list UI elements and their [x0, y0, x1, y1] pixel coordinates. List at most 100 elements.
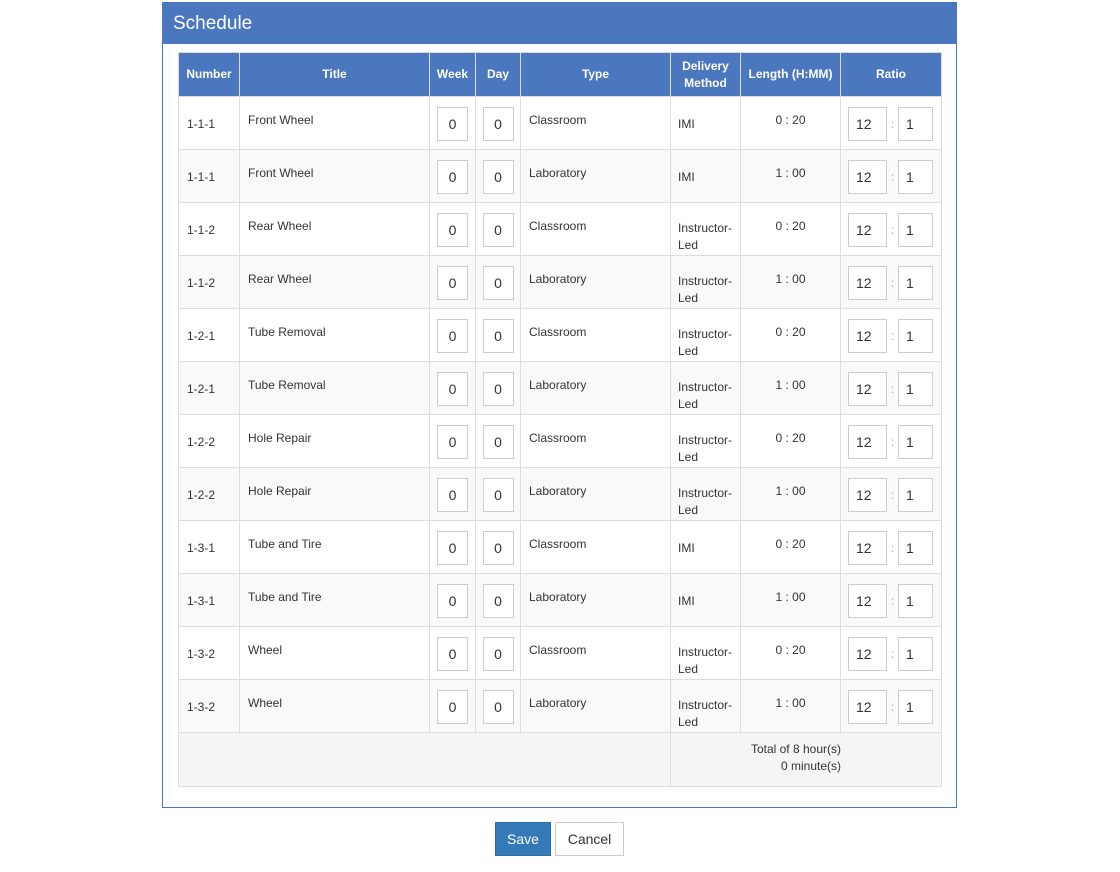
ratio-right-input[interactable]	[898, 319, 933, 353]
ratio-left-input[interactable]	[848, 213, 887, 247]
cancel-button[interactable]: Cancel	[555, 822, 624, 856]
ratio-left-input[interactable]	[848, 372, 887, 406]
row-title: Tube and Tire	[248, 537, 322, 551]
week-input[interactable]	[437, 637, 468, 671]
ratio-left-input[interactable]	[848, 478, 887, 512]
week-input[interactable]	[437, 107, 468, 141]
week-input[interactable]	[437, 213, 468, 247]
day-cell	[475, 202, 521, 256]
day-input[interactable]	[482, 372, 514, 406]
day-cell	[475, 308, 521, 362]
row-type: Classroom	[529, 219, 587, 233]
type-cell: Laboratory	[520, 573, 671, 627]
day-cell	[475, 626, 521, 680]
day-input[interactable]	[482, 584, 514, 618]
ratio-right-input[interactable]	[898, 531, 933, 565]
row-type: Laboratory	[529, 378, 587, 392]
length-cell: 0 : 20	[740, 520, 841, 574]
ratio-left-input[interactable]	[848, 425, 887, 459]
ratio-right-input[interactable]	[898, 637, 933, 671]
week-input[interactable]	[437, 531, 468, 565]
delivery-method-line2: Led	[678, 344, 699, 358]
delivery-method-cell: Instructor- Led	[670, 202, 741, 256]
ratio-cell: :	[840, 679, 942, 733]
ratio-separator: :	[890, 647, 895, 661]
week-cell	[429, 679, 476, 733]
row-type: Classroom	[529, 325, 587, 339]
row-delivery-method: IMI	[671, 97, 740, 130]
ratio-left-input[interactable]	[848, 690, 887, 724]
row-title: Wheel	[248, 696, 283, 710]
week-input[interactable]	[437, 266, 468, 300]
row-number: 1-3-2	[187, 647, 216, 661]
ratio-left-input[interactable]	[848, 319, 887, 353]
ratio-right-input[interactable]	[898, 584, 933, 618]
delivery-method-cell: Instructor- Led	[670, 467, 741, 521]
number-cell: 1-1-2	[178, 255, 240, 309]
week-input[interactable]	[437, 319, 468, 353]
week-input[interactable]	[437, 584, 468, 618]
ratio-left-input[interactable]	[848, 637, 887, 671]
delivery-method-line2: Led	[678, 715, 699, 729]
ratio-cell: :	[840, 414, 942, 468]
row-number: 1-2-1	[187, 382, 216, 396]
save-button[interactable]: Save	[495, 822, 551, 856]
week-input[interactable]	[437, 425, 468, 459]
week-input[interactable]	[437, 478, 468, 512]
day-input[interactable]	[482, 690, 514, 724]
week-input[interactable]	[437, 372, 468, 406]
ratio-right-input[interactable]	[898, 372, 933, 406]
row-title: Rear Wheel	[248, 272, 312, 286]
length-cell: 0 : 20	[740, 414, 841, 468]
ratio-right-input[interactable]	[898, 266, 933, 300]
week-input[interactable]	[437, 160, 468, 194]
column-header-length: Length (H:MM)	[740, 52, 841, 97]
row-delivery-method: Instructor- Led	[671, 415, 740, 466]
ratio-right-input[interactable]	[898, 478, 933, 512]
delivery-method-line2: Led	[678, 503, 699, 517]
ratio-separator: :	[890, 117, 895, 131]
ratio-left-input[interactable]	[848, 160, 887, 194]
delivery-method-line1: IMI	[678, 170, 695, 184]
number-cell: 1-1-1	[178, 96, 240, 150]
day-input[interactable]	[482, 213, 514, 247]
day-input[interactable]	[482, 425, 514, 459]
ratio-left-input[interactable]	[848, 107, 887, 141]
day-input[interactable]	[482, 319, 514, 353]
table-row: 1-1-1 Front Wheel Laboratory IMI 1 : 00:	[178, 149, 942, 203]
ratio-right-input[interactable]	[898, 160, 933, 194]
delivery-method-line1: Instructor-	[678, 433, 733, 447]
ratio-right-input[interactable]	[898, 213, 933, 247]
day-input[interactable]	[482, 478, 514, 512]
ratio-left-input[interactable]	[848, 266, 887, 300]
ratio-left-input[interactable]	[848, 584, 887, 618]
day-input[interactable]	[482, 531, 514, 565]
day-input[interactable]	[482, 266, 514, 300]
ratio-group: :	[841, 203, 941, 247]
ratio-right-input[interactable]	[898, 425, 933, 459]
number-cell: 1-2-2	[178, 414, 240, 468]
ratio-right-input[interactable]	[898, 107, 933, 141]
day-input[interactable]	[482, 637, 514, 671]
row-number: 1-3-1	[187, 541, 216, 555]
type-cell: Classroom	[520, 202, 671, 256]
day-cell	[475, 520, 521, 574]
row-length: 1 : 00	[775, 272, 806, 286]
row-length: 0 : 20	[775, 325, 806, 339]
length-cell: 0 : 20	[740, 202, 841, 256]
week-input[interactable]	[437, 690, 468, 724]
form-actions: Save Cancel	[495, 822, 624, 856]
day-input[interactable]	[482, 160, 514, 194]
column-header-day: Day	[475, 52, 521, 97]
day-input[interactable]	[482, 107, 514, 141]
schedule-table: Number Title Week Day Type Delivery Metho…	[178, 52, 942, 787]
total-hours: Total of 8 hour(s)	[750, 742, 841, 756]
ratio-right-input[interactable]	[898, 690, 933, 724]
type-cell: Laboratory	[520, 467, 671, 521]
ratio-left-input[interactable]	[848, 531, 887, 565]
length-cell: 0 : 20	[740, 626, 841, 680]
table-row: 1-3-1 Tube and Tire Laboratory IMI 1 : 00:	[178, 573, 942, 627]
ratio-group: :	[841, 256, 941, 300]
number-cell: 1-1-2	[178, 202, 240, 256]
day-cell	[475, 149, 521, 203]
